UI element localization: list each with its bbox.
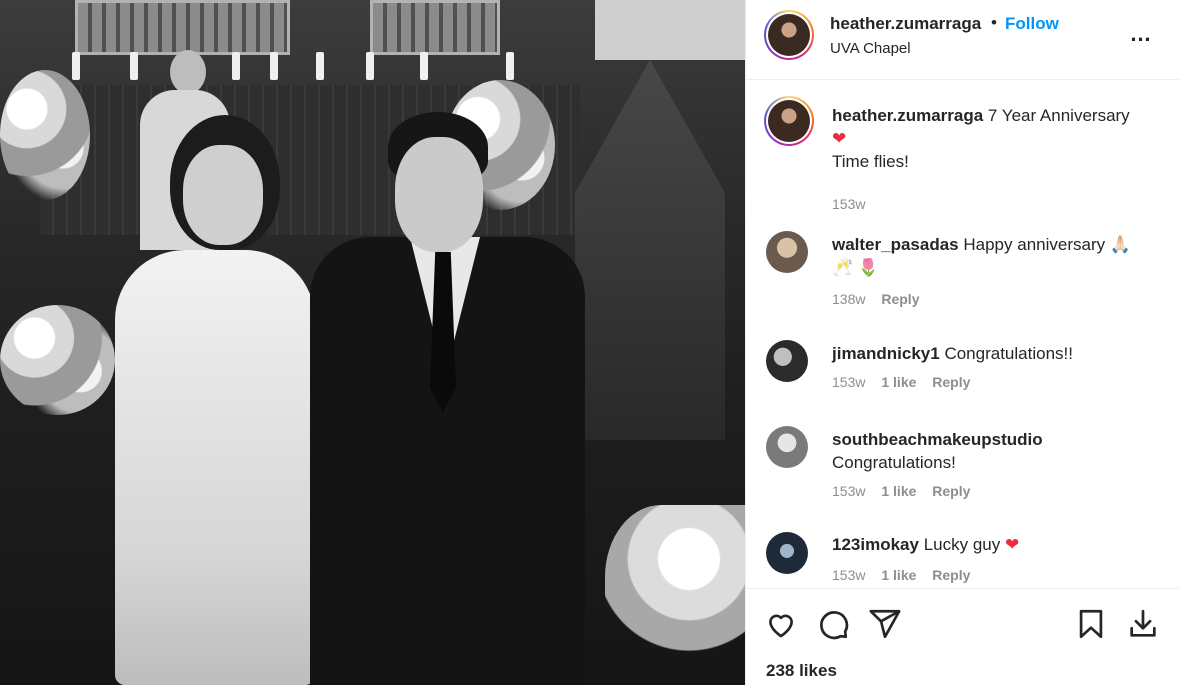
stained-glass-window (75, 0, 290, 55)
comment-likes[interactable]: 1 like (881, 483, 916, 499)
post-image[interactable] (0, 0, 745, 685)
comment-text: Lucky guy (923, 535, 1001, 554)
comment: walter_pasadas Happy anniversary 🙏🏻 🥂 🌷 … (746, 229, 1179, 319)
ribbon-bow (605, 505, 745, 685)
heart-emoji: ❤ (832, 129, 847, 148)
comment-text: Congratulations! (832, 453, 956, 472)
heart-emoji: ❤ (1004, 535, 1020, 554)
comment-username[interactable]: southbeachmakeupstudio (832, 430, 1043, 449)
comment-username[interactable]: jimandnicky1 (832, 344, 940, 363)
comment-likes[interactable]: 1 like (881, 567, 916, 583)
likes-count[interactable]: 238 likes (766, 661, 837, 681)
chapel-wall (595, 0, 745, 60)
heart-icon[interactable] (764, 607, 798, 641)
caption: heather.zumarraga 7 Year Anniversary ❤ T… (746, 96, 1179, 216)
comment-username[interactable]: 123imokay (832, 535, 919, 554)
groom (310, 112, 585, 685)
avatar[interactable] (766, 340, 808, 382)
comment-text: Happy anniversary (963, 235, 1106, 254)
more-options-icon[interactable]: … (1126, 20, 1156, 50)
comment-username[interactable]: walter_pasadas (832, 235, 959, 254)
comment-likes[interactable]: 1 like (881, 374, 916, 390)
candle (232, 52, 240, 80)
chapel-chair (575, 60, 725, 440)
post-sidebar: heather.zumarraga • Follow UVA Chapel … … (745, 0, 1179, 685)
author-username[interactable]: heather.zumarraga (830, 14, 981, 34)
avatar[interactable] (764, 10, 814, 60)
comment-time: 138w (832, 291, 866, 307)
caption-username[interactable]: heather.zumarraga (832, 106, 983, 125)
comment-time: 153w (832, 374, 866, 390)
flower-arrangement (0, 70, 90, 200)
candle (316, 52, 324, 80)
comment-time: 153w (832, 567, 866, 583)
stained-glass-window (370, 0, 500, 55)
candle (72, 52, 80, 80)
caption-text-2: Time flies! (832, 152, 909, 171)
bride (105, 115, 335, 685)
candle (506, 52, 514, 80)
comment-text: Congratulations!! (944, 344, 1073, 363)
caption-text: 7 Year Anniversary (987, 106, 1130, 125)
comment-icon[interactable] (816, 607, 850, 641)
reply-button[interactable]: Reply (932, 374, 970, 390)
comment: jimandnicky1 Congratulations!! 153w 1 li… (746, 338, 1179, 408)
reply-button[interactable]: Reply (881, 291, 919, 307)
share-icon[interactable] (868, 607, 902, 641)
candle (366, 52, 374, 80)
post-header: heather.zumarraga • Follow UVA Chapel … (746, 0, 1179, 80)
comment: 123imokay Lucky guy ❤ 153w 1 like Reply (746, 532, 1179, 588)
caption-time: 153w (832, 196, 866, 212)
reply-button[interactable]: Reply (932, 567, 970, 583)
avatar[interactable] (766, 426, 808, 468)
candle (420, 52, 428, 80)
avatar[interactable] (766, 231, 808, 273)
candle (270, 52, 278, 80)
post-location[interactable]: UVA Chapel (830, 40, 911, 57)
avatar[interactable] (764, 96, 814, 146)
comments-list[interactable]: heather.zumarraga 7 Year Anniversary ❤ T… (746, 81, 1179, 588)
avatar[interactable] (766, 532, 808, 574)
bookmark-icon[interactable] (1074, 607, 1108, 641)
separator-dot: • (991, 13, 997, 32)
bouquet (0, 305, 115, 415)
comment-time: 153w (832, 483, 866, 499)
download-icon[interactable] (1126, 607, 1160, 641)
follow-button[interactable]: Follow (1005, 14, 1059, 34)
post-actions: 238 likes (746, 588, 1179, 685)
reply-button[interactable]: Reply (932, 483, 970, 499)
comment: southbeachmakeupstudio Congratulations! … (746, 424, 1179, 519)
